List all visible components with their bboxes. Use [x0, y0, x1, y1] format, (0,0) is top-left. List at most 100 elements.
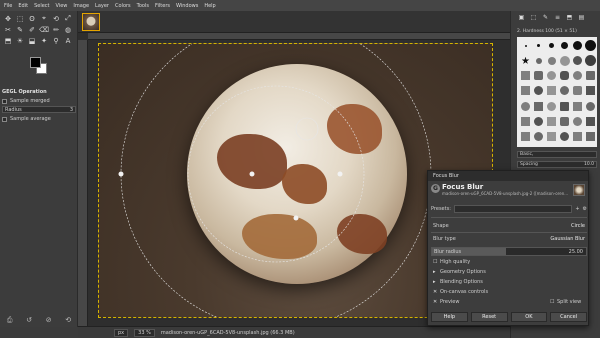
move-tool-icon[interactable]: ✥ [2, 13, 14, 24]
sample-merged-row[interactable]: Sample merged [2, 98, 76, 104]
high-quality-checkbox[interactable]: ☐ [433, 259, 437, 265]
preset-menu-icon[interactable]: ⚙ [583, 206, 587, 212]
brush-item[interactable] [532, 54, 545, 67]
shape-row[interactable]: Shape Circle [431, 221, 587, 231]
presets-dropdown[interactable] [453, 205, 573, 213]
menu-file[interactable]: File [4, 3, 12, 9]
lasso-tool-icon[interactable]: ʘ [26, 13, 38, 24]
menu-select[interactable]: Select [34, 3, 49, 9]
blur-type-value[interactable]: Gaussian Blur [550, 236, 585, 242]
brush-item[interactable] [571, 39, 584, 52]
brush-item[interactable] [545, 115, 558, 128]
patterns-tab-icon[interactable]: ⬚ [529, 13, 538, 21]
brush-item[interactable] [558, 100, 571, 113]
dodge-tool-icon[interactable]: ☀ [14, 35, 26, 46]
eraser-tool-icon[interactable]: ⌫ [38, 24, 50, 35]
brush-item[interactable] [584, 130, 597, 143]
geometry-options-expander[interactable]: ▸ Geometry Options [433, 269, 486, 275]
foreground-color[interactable] [30, 57, 41, 68]
bucket-fill-tool-icon[interactable]: ⬒ [2, 35, 14, 46]
menu-colors[interactable]: Colors [115, 3, 131, 9]
brush-item[interactable] [558, 115, 571, 128]
fonts-tab-icon[interactable]: ✎ [541, 13, 550, 21]
brush-item[interactable] [558, 54, 571, 67]
brush-item[interactable] [532, 130, 545, 143]
gradients-tab-icon[interactable]: ⬒ [565, 13, 574, 21]
brush-item[interactable] [558, 84, 571, 97]
brush-item[interactable] [545, 39, 558, 52]
brush-item[interactable] [545, 130, 558, 143]
brush-item[interactable] [532, 69, 545, 82]
brush-item[interactable] [571, 54, 584, 67]
zoom-tool-icon[interactable]: ⚲ [50, 35, 62, 46]
menu-layer[interactable]: Layer [95, 3, 109, 9]
menu-tools[interactable]: Tools [137, 3, 149, 9]
color-swatches[interactable] [28, 55, 50, 75]
split-view-checkbox[interactable]: ☐ [550, 299, 554, 305]
image-tab-thumbnail[interactable] [82, 13, 100, 31]
brush-item[interactable] [558, 39, 571, 52]
menu-edit[interactable]: Edit [18, 3, 28, 9]
outer-focus-circle[interactable] [120, 44, 432, 318]
preview-option[interactable]: ✕ Preview [433, 299, 459, 305]
brush-item[interactable] [558, 69, 571, 82]
vertical-ruler[interactable] [78, 40, 88, 326]
high-quality-option[interactable]: ☐ High quality [433, 259, 470, 265]
on-canvas-checkbox[interactable]: ✕ [433, 289, 437, 295]
blending-options-expander[interactable]: ▸ Blending Options [433, 279, 483, 285]
rotate-tool-icon[interactable]: ⟲ [50, 13, 62, 24]
heal-tool-icon[interactable]: ✦ [38, 35, 50, 46]
brush-item[interactable] [519, 69, 532, 82]
help-button[interactable]: Help [431, 312, 468, 322]
menu-image[interactable]: Image [73, 3, 89, 9]
spacing-field[interactable]: Spacing 10.0 [517, 161, 597, 168]
brush-item[interactable] [519, 115, 532, 128]
inner-handle-bottom[interactable] [293, 215, 299, 221]
center-handle-left[interactable] [249, 171, 255, 177]
brush-item[interactable] [584, 100, 597, 113]
blur-radius-slider[interactable]: Blur radius 25.00 [431, 247, 587, 256]
delete-preset-icon[interactable]: ⊘ [46, 316, 52, 325]
brush-item[interactable] [558, 130, 571, 143]
brush-item[interactable] [571, 115, 584, 128]
gradient-tool-icon[interactable]: ⬓ [26, 35, 38, 46]
menu-view[interactable]: View [56, 3, 68, 9]
brush-item[interactable] [519, 54, 532, 67]
brush-item[interactable] [545, 84, 558, 97]
menu-help[interactable]: Help [204, 3, 215, 9]
brush-item[interactable] [519, 100, 532, 113]
text-tool-icon[interactable]: A [62, 35, 74, 46]
save-preset-icon[interactable]: ⎙ [7, 316, 13, 325]
brush-item[interactable] [584, 69, 597, 82]
fuzzy-select-tool-icon[interactable]: ⌖ [38, 13, 50, 24]
brush-grid[interactable] [517, 37, 597, 147]
sample-average-checkbox[interactable] [2, 116, 7, 122]
horizontal-ruler[interactable] [88, 33, 510, 40]
brush-item[interactable] [532, 84, 545, 97]
dialog-titlebar[interactable]: Focus Blur [428, 171, 588, 181]
on-canvas-controls-option[interactable]: ✕ On-canvas controls [433, 289, 488, 295]
brush-item[interactable] [519, 130, 532, 143]
layers-tab-icon[interactable]: ▤ [577, 13, 586, 21]
brush-item[interactable] [571, 100, 584, 113]
brush-item[interactable] [545, 69, 558, 82]
add-preset-icon[interactable]: + [575, 206, 579, 212]
menu-filters[interactable]: Filters [155, 3, 170, 9]
brush-item[interactable] [532, 115, 545, 128]
inner-handle-right[interactable] [337, 171, 343, 177]
rect-select-tool-icon[interactable]: ⬚ [14, 13, 26, 24]
brush-item[interactable] [519, 84, 532, 97]
brush-item[interactable] [571, 130, 584, 143]
outer-handle-left[interactable] [118, 171, 124, 177]
blur-type-row[interactable]: Blur type Gaussian Blur [431, 234, 587, 244]
brush-item[interactable] [571, 69, 584, 82]
reset-options-icon[interactable]: ⟲ [65, 316, 71, 325]
brush-item[interactable] [571, 84, 584, 97]
crop-tool-icon[interactable]: ✂ [2, 24, 14, 35]
brush-item[interactable] [545, 100, 558, 113]
history-tab-icon[interactable]: ≡ [553, 13, 562, 21]
brushes-tab-icon[interactable]: ▣ [517, 13, 526, 21]
unit-select[interactable]: px [114, 328, 129, 337]
zoom-select[interactable]: 33 % [134, 328, 155, 337]
menu-windows[interactable]: Windows [176, 3, 198, 9]
